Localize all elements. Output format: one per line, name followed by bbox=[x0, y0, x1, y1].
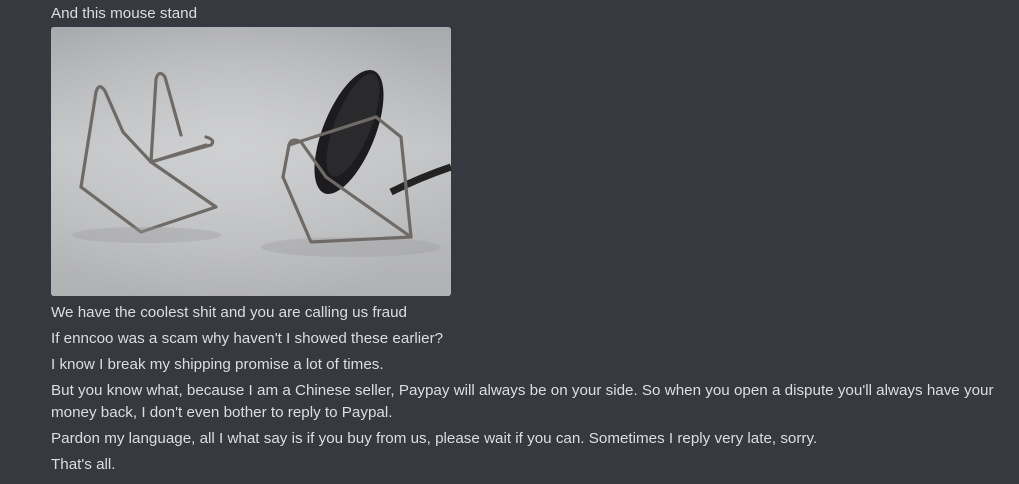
chat-message: I know I break my shipping promise a lot… bbox=[51, 356, 384, 373]
mouse-stand-photo bbox=[51, 27, 451, 296]
image-attachment[interactable] bbox=[51, 27, 451, 296]
chat-message: That's all. bbox=[51, 456, 116, 473]
chat-message-list: We have the coolest shit and you are cal… bbox=[51, 302, 1016, 480]
chat-message: Pardon my language, all I what say is if… bbox=[51, 430, 818, 447]
chat-message: If enncoo was a scam why haven't I showe… bbox=[51, 330, 444, 347]
chat-message-intro: And this mouse stand bbox=[51, 5, 198, 22]
chat-message: But you know what, because I am a Chines… bbox=[51, 382, 994, 421]
chat-message: We have the coolest shit and you are cal… bbox=[51, 304, 407, 321]
